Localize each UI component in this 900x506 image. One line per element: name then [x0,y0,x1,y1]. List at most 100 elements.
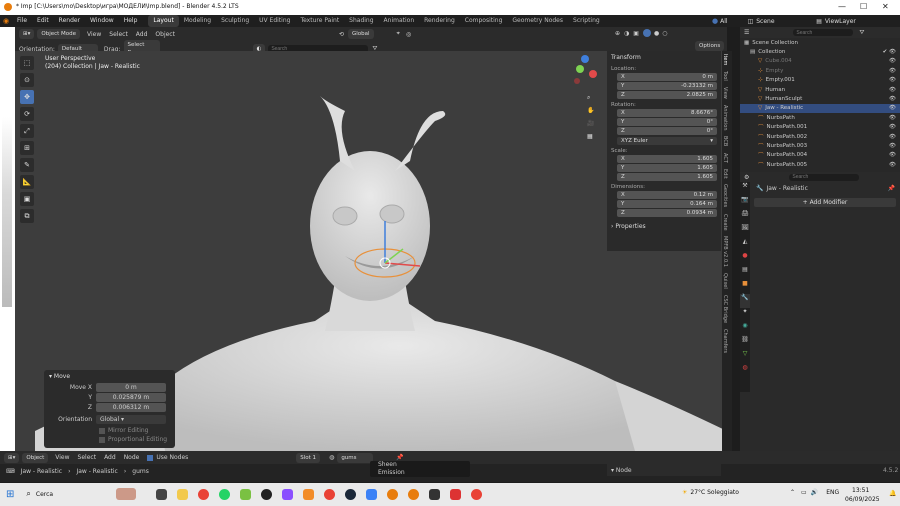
dimensions-x-field[interactable]: X 0.12 m [617,191,717,199]
sidebar-tab-tool[interactable]: Tool [722,68,728,84]
transform-orientation-icon[interactable]: ⟲ [339,31,344,38]
collection-props-icon[interactable]: ▤ [740,266,750,280]
tab-shading[interactable]: Shading [344,15,378,27]
tab-animation[interactable]: Animation [379,15,420,27]
particle-props-icon[interactable]: ✦ [740,308,750,322]
steam-icon[interactable] [344,488,356,500]
menu-view[interactable]: View [87,31,101,38]
lang-label[interactable]: ENG [826,489,839,496]
move-y-field[interactable]: 0.025879 m [96,393,166,402]
outliner-item[interactable]: ▽ HumanSculpt 👁 [740,94,900,103]
view-layer-props-icon[interactable]: 🖼 [740,224,750,238]
weather-label[interactable]: 27°C Soleggiato [690,489,739,496]
rotation-x-field[interactable]: X 8.6676° [617,109,717,117]
tab-texture-paint[interactable]: Texture Paint [295,15,344,27]
outliner-filter-icon[interactable]: ⛛ [859,29,864,37]
maximize-icon[interactable]: ☐ [860,2,867,11]
mode-selector[interactable]: Object Mode [37,29,81,39]
menu-select[interactable]: Select [109,31,128,38]
clock-date[interactable]: 06/09/2025 [845,496,880,503]
sidebar-tab-csc-bridge[interactable]: CSC Bridge [722,292,728,326]
minimize-icon[interactable]: — [838,2,846,11]
all-icon[interactable]: ● [712,17,718,25]
app-icon-blue[interactable] [365,488,377,500]
menu-file[interactable]: File [12,15,32,27]
sidebar-tab-mpfb[interactable]: MPFB v2.0.1 [722,233,728,270]
blender-taskbar-icon[interactable] [386,488,398,500]
outliner-item[interactable]: ⌒ NurbsPath.003 👁 [740,141,900,150]
constraint-props-icon[interactable]: ⛓ [740,336,750,350]
tab-uv-editing[interactable]: UV Editing [254,15,295,27]
properties-editor-icon[interactable]: ⚙ [744,174,749,181]
tab-rendering[interactable]: Rendering [419,15,460,27]
taskbar-search-icon[interactable]: ⌕ [26,489,30,499]
grid-icon[interactable]: ▦ [587,133,597,143]
scale-tool-icon[interactable]: ⤢ [20,124,34,138]
material-selector[interactable]: gums [337,452,374,463]
snap-icon[interactable]: ⌖ [397,30,400,38]
outliner-search-input[interactable] [793,29,854,36]
select-box-icon[interactable]: ⬚ [20,56,34,70]
tab-modeling[interactable]: Modeling [179,15,216,27]
tray-chevron-icon[interactable]: ⌃ [790,489,795,496]
volume-icon[interactable]: 🔊 [811,489,818,496]
app-icon-purple[interactable] [281,488,293,500]
chrome-icon-3[interactable] [470,488,482,500]
proportional-checkbox[interactable] [99,436,105,443]
outliner-item[interactable]: ⊹ Empty.001 👁 [740,76,900,85]
breadcrumb-object[interactable]: Jaw - Realistic [21,468,62,475]
outliner-item[interactable]: ▽ Jaw - Realistic 👁 [740,103,900,114]
physics-props-icon[interactable]: ◉ [740,322,750,336]
outliner-editor-icon[interactable]: ☰ [744,29,749,36]
rotation-y-field[interactable]: Y 0° [617,118,717,126]
viewlayer-selector[interactable]: ViewLayer [825,18,856,25]
overlay-icon[interactable]: ◑ [624,30,629,37]
transform-tool-icon[interactable]: ⊞ [20,141,34,155]
unreal-icon[interactable] [260,488,272,500]
pan-icon[interactable]: ✋ [587,107,597,117]
app-icon-green[interactable] [239,488,251,500]
zoom-icon[interactable]: ⌕ [587,94,597,104]
menu-object[interactable]: Object [155,31,175,38]
add-modifier-button[interactable]: + Add Modifier [754,198,896,207]
output-props-icon[interactable]: 🖨 [740,210,750,224]
dimensions-z-field[interactable]: Z 0.0934 m [617,209,717,217]
properties-header[interactable]: › Properties [607,220,721,233]
menu-window[interactable]: Window [85,15,119,27]
tab-geometry-nodes[interactable]: Geometry Nodes [507,15,568,27]
menu-edit[interactable]: Edit [32,15,54,27]
menu-add[interactable]: Add [136,31,148,38]
world-props-icon[interactable]: ● [740,252,750,266]
mirror-checkbox[interactable] [99,427,105,434]
location-x-field[interactable]: X0 m [617,73,717,81]
windows-start-icon[interactable]: ⊞ [6,489,14,500]
chrome-icon[interactable] [197,488,209,500]
material-props-icon[interactable]: ◍ [740,364,750,378]
menu-render[interactable]: Render [54,15,85,27]
menu-help[interactable]: Help [119,15,143,27]
file-explorer-icon[interactable] [176,488,188,500]
transform-header[interactable]: Transform [607,51,721,64]
outliner-item[interactable]: ⌒ NurbsPath 👁 [740,113,900,122]
shading-material-icon[interactable]: ● [654,30,659,37]
weather-icon[interactable]: ☀ [682,489,687,496]
blender-taskbar-icon-2[interactable] [407,488,419,500]
tool-props-icon[interactable]: ⚒ [740,182,750,196]
chrome-icon-2[interactable] [323,488,335,500]
app-icon-red[interactable] [449,488,461,500]
location-z-field[interactable]: Z 2.0825 m [617,91,717,99]
node-dropdown-item[interactable]: Emission [370,469,470,477]
cursor-icon[interactable]: ⊙ [20,73,34,87]
node-panel-header[interactable]: ▾ Node [607,464,721,476]
shading-solid-icon[interactable] [642,29,651,37]
outliner-item[interactable]: ⌒ NurbsPath.002 👁 [740,132,900,141]
outliner-item[interactable]: ⌒ NurbsPath.004 👁 [740,151,900,160]
close-icon[interactable]: ✕ [882,2,889,11]
properties-search-input[interactable] [789,173,860,181]
app-icon-orange[interactable] [302,488,314,500]
xray-icon[interactable]: ▣ [633,30,639,37]
data-props-icon[interactable]: ▽ [740,350,750,364]
scene-selector[interactable]: Scene [756,18,816,25]
sidebar-tab-edit[interactable]: Edit [722,166,728,182]
outliner-item[interactable]: ▤ Collection ✔ 👁 [740,47,900,56]
